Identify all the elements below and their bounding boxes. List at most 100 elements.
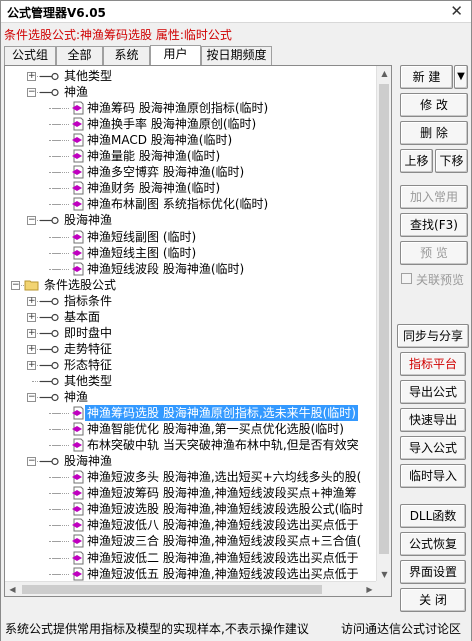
horizontal-scrollbar[interactable]: ◀ ▶: [5, 581, 377, 596]
tree-item-label[interactable]: 神渔多空博弈 股海神渔(临时): [85, 164, 246, 180]
indicator-platform-button[interactable]: 指标平台: [400, 352, 466, 376]
tree-item-label[interactable]: 神渔财务 股海神渔(临时): [85, 180, 222, 196]
tree-item-label[interactable]: 神渔短波低二 股海神渔,神渔短线波段选出买点低于: [85, 550, 361, 566]
tree-formula-item[interactable]: 神渔短线波段 股海神渔(临时): [5, 261, 377, 277]
collapse-icon[interactable]: −: [27, 88, 36, 97]
tree-item-label[interactable]: 神渔短波多头 股海神渔,选出短买+六均线多头的股(: [85, 469, 363, 485]
expand-icon[interactable]: +: [27, 361, 36, 370]
tree-group-item[interactable]: − 神渔: [5, 389, 377, 405]
vertical-scroll-thumb[interactable]: [379, 84, 389, 554]
tree-formula-item[interactable]: 神渔短波低八 股海神渔,神渔短线波段选出买点低于: [5, 517, 377, 533]
tree-item-label[interactable]: 股海神渔: [62, 212, 114, 228]
export-formula-button[interactable]: 导出公式: [400, 380, 466, 404]
tree-formula-item[interactable]: 神渔换手率 股海神渔原创(临时): [5, 116, 377, 132]
close-button[interactable]: 关 闭: [400, 588, 466, 612]
tree-item-label[interactable]: 条件选股公式: [42, 277, 118, 293]
expand-icon[interactable]: +: [27, 297, 36, 306]
tree-item-label[interactable]: 基本面: [62, 309, 102, 325]
tab-by-date-frequency[interactable]: 按日期频度: [201, 46, 272, 65]
tree-item-label[interactable]: 神渔换手率 股海神渔原创(临时): [85, 116, 258, 132]
checkbox-box[interactable]: [401, 273, 412, 284]
horizontal-scroll-thumb[interactable]: [22, 585, 322, 594]
tree-item-label[interactable]: 神渔: [62, 84, 90, 100]
import-formula-button[interactable]: 导入公式: [400, 436, 466, 460]
delete-button[interactable]: 删 除: [400, 121, 468, 145]
expand-icon[interactable]: +: [27, 345, 36, 354]
preview-button[interactable]: 预 览: [400, 241, 468, 265]
restore-formula-button[interactable]: 公式恢复: [400, 532, 466, 556]
tab-all[interactable]: 全部: [56, 46, 103, 65]
tree-formula-item[interactable]: 神渔短波多头 股海神渔,选出短买+六均线多头的股(: [5, 469, 377, 485]
tree-group-item[interactable]: + 其他类型: [5, 68, 377, 84]
quick-export-button[interactable]: 快速导出: [400, 408, 466, 432]
move-up-button[interactable]: 上移: [400, 149, 433, 173]
tree-item-label[interactable]: 神渔短波选股 股海神渔,神渔短线波段选股公式(临时: [85, 501, 365, 517]
close-window-icon[interactable]: ✕: [450, 2, 463, 20]
tree-formula-item[interactable]: 神渔筹码选股 股海神渔原创指标,选未来牛股(临时): [5, 404, 377, 422]
tree-group-item[interactable]: + 基本面: [5, 309, 377, 325]
tree-item-label[interactable]: 神渔布林副图 系统指标优化(临时): [85, 196, 270, 212]
tree-item-label[interactable]: 神渔MACD 股海神渔(临时): [85, 132, 234, 148]
tree-item-label[interactable]: 走势特征: [62, 341, 114, 357]
tree-item-label[interactable]: 布林突破中轨 当天突破神渔布林中轨,但是否有效突: [85, 437, 361, 453]
tab-system[interactable]: 系统: [103, 46, 150, 65]
tree-formula-item[interactable]: 神渔筹码 股海神渔原创指标(临时): [5, 100, 377, 116]
sync-share-button[interactable]: 同步与分享: [397, 324, 469, 348]
tree-group-item[interactable]: − 股海神渔: [5, 453, 377, 469]
tree-item-label[interactable]: 其他类型: [62, 68, 114, 84]
scroll-down-arrow-icon[interactable]: ▼: [377, 567, 391, 582]
tree-item-label[interactable]: 神渔短波低五 股海神渔,神渔短线波段选出买点低于: [85, 566, 361, 582]
selected-tree-label[interactable]: 神渔筹码选股 股海神渔原创指标,选未来牛股(临时): [84, 404, 359, 422]
tree-item-label[interactable]: 即时盘中: [62, 325, 114, 341]
tree-item-label[interactable]: 神渔短线副图 (临时): [85, 229, 198, 245]
find-button[interactable]: 查找(F3): [400, 213, 468, 237]
tree-item-label[interactable]: 股海神渔: [62, 453, 114, 469]
tree-group-item[interactable]: + 即时盘中: [5, 325, 377, 341]
scroll-right-arrow-icon[interactable]: ▶: [362, 582, 377, 596]
scroll-up-arrow-icon[interactable]: ▲: [377, 66, 391, 81]
tree-group-item[interactable]: − 神渔: [5, 84, 377, 100]
expand-icon[interactable]: +: [27, 329, 36, 338]
add-to-common-button[interactable]: 加入常用: [400, 185, 468, 209]
tree-formula-item[interactable]: 神渔短线主图 (临时): [5, 245, 377, 261]
tree-formula-item[interactable]: 神渔短波三合 股海神渔,神渔短线波段买点+三合值(: [5, 533, 377, 549]
tab-user[interactable]: 用户: [150, 45, 201, 66]
move-down-button[interactable]: 下移: [435, 149, 468, 173]
tree-formula-item[interactable]: 神渔量能 股海神渔(临时): [5, 148, 377, 164]
tree-formula-item[interactable]: 神渔短波低五 股海神渔,神渔短线波段选出买点低于: [5, 566, 377, 582]
collapse-icon[interactable]: −: [27, 457, 36, 466]
formula-tree[interactable]: + 其他类型 − 神渔 神渔筹码 股海神渔原创指标(临时) 神渔换手率 股海神渔原创(临时…: [5, 66, 377, 584]
tree-item-label[interactable]: 神渔短波低八 股海神渔,神渔短线波段选出买点低于: [85, 517, 361, 533]
tree-item-label[interactable]: 其他类型: [62, 373, 114, 389]
tree-item-label[interactable]: 神渔筹码 股海神渔原创指标(临时): [85, 100, 270, 116]
expand-icon[interactable]: +: [27, 313, 36, 322]
collapse-icon[interactable]: −: [27, 216, 36, 225]
tree-formula-item[interactable]: 神渔智能优化 股海神渔,第一买点优化选股(临时): [5, 421, 377, 437]
related-preview-checkbox[interactable]: 关联预览: [401, 271, 469, 287]
tree-item-label[interactable]: 神渔短线主图 (临时): [85, 245, 198, 261]
tree-group-item[interactable]: + 形态特征: [5, 357, 377, 373]
expand-icon[interactable]: +: [27, 72, 36, 81]
ui-settings-button[interactable]: 界面设置: [400, 560, 466, 584]
scroll-left-arrow-icon[interactable]: ◀: [5, 582, 20, 596]
tree-item-label[interactable]: 神渔短线波段 股海神渔(临时): [85, 261, 246, 277]
collapse-icon[interactable]: −: [27, 393, 36, 402]
new-button[interactable]: 新 建: [400, 65, 453, 89]
tree-formula-item[interactable]: 神渔布林副图 系统指标优化(临时): [5, 196, 377, 212]
tree-category-item[interactable]: − 条件选股公式: [5, 277, 377, 293]
tree-formula-item[interactable]: 神渔短波低二 股海神渔,神渔短线波段选出买点低于: [5, 550, 377, 566]
vertical-scrollbar[interactable]: ▲ ▼: [376, 66, 391, 582]
tree-formula-item[interactable]: 神渔短线副图 (临时): [5, 229, 377, 245]
tree-formula-item[interactable]: 神渔MACD 股海神渔(临时): [5, 132, 377, 148]
tree-item-label[interactable]: 神渔智能优化 股海神渔,第一买点优化选股(临时): [85, 421, 346, 437]
dll-function-button[interactable]: DLL函数: [400, 504, 466, 528]
temp-import-button[interactable]: 临时导入: [400, 464, 466, 488]
tree-item-label[interactable]: 神渔短波三合 股海神渔,神渔短线波段买点+三合值(: [85, 533, 363, 549]
tab-formula-group[interactable]: 公式组: [4, 46, 56, 65]
tree-group-item[interactable]: + 指标条件: [5, 293, 377, 309]
tree-formula-item[interactable]: 神渔短波选股 股海神渔,神渔短线波段选股公式(临时: [5, 501, 377, 517]
new-dropdown-arrow-icon[interactable]: ▼: [454, 65, 468, 89]
tree-item-label[interactable]: 神渔: [62, 389, 90, 405]
tree-item-label[interactable]: 神渔短波筹码 股海神渔,神渔短线波段买点+神渔筹: [85, 485, 359, 501]
tree-item-label[interactable]: 神渔量能 股海神渔(临时): [85, 148, 222, 164]
